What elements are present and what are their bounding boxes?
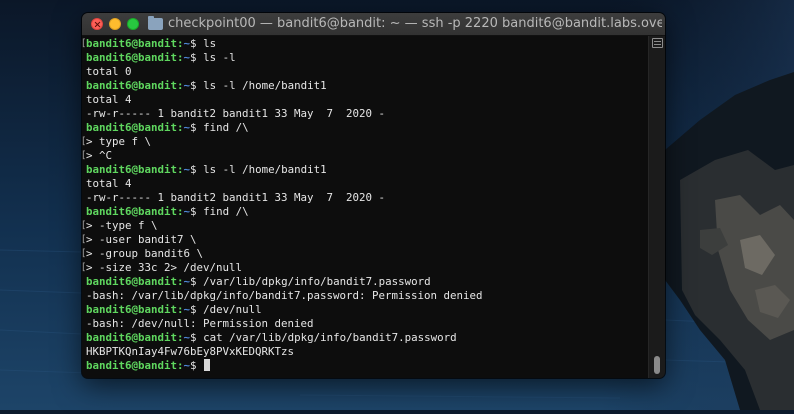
scroll-toggle-icon[interactable] bbox=[652, 38, 663, 48]
prompt-line: bandit6@bandit:~$ ls -l /home/bandit1 bbox=[86, 79, 652, 93]
prompt-user: bandit6@bandit bbox=[86, 37, 178, 50]
output-text: > -user bandit7 \ bbox=[86, 233, 197, 246]
prompt-line: bandit6@bandit:~$ /dev/null bbox=[86, 303, 652, 317]
command-text: /dev/null bbox=[203, 303, 262, 316]
folder-icon bbox=[148, 16, 163, 30]
output-text: -rw-r----- 1 bandit2 bandit1 33 May 7 20… bbox=[86, 191, 386, 204]
scroll-thumb[interactable] bbox=[654, 356, 660, 374]
line-mark-left: [ bbox=[82, 262, 86, 273]
output-line: > -type f \ bbox=[86, 219, 652, 233]
prompt-user: bandit6@bandit bbox=[86, 359, 178, 372]
output-line: > -size 33c 2> /dev/null bbox=[86, 261, 652, 275]
prompt-line: bandit6@bandit:~$ cat /var/lib/dpkg/info… bbox=[86, 331, 652, 345]
output-line: HKBPTKQnIay4Fw76bEy8PVxKEDQRKTzs bbox=[86, 345, 652, 359]
title-bar[interactable]: checkpoint00 — bandit6@bandit: ~ — ssh -… bbox=[82, 13, 665, 36]
output-line: > ^C bbox=[86, 149, 652, 163]
output-text: -bash: /dev/null: Permission denied bbox=[86, 317, 314, 330]
command-text: cat /var/lib/dpkg/info/bandit7.password bbox=[203, 331, 457, 344]
output-line: -rw-r----- 1 bandit2 bandit1 33 May 7 20… bbox=[86, 107, 652, 121]
command-text: ls -l /home/bandit1 bbox=[203, 79, 327, 92]
text-cursor bbox=[204, 359, 211, 371]
line-mark-left: [ bbox=[82, 234, 86, 245]
prompt-line: bandit6@bandit:~$ find /\ bbox=[86, 121, 652, 135]
prompt-line: bandit6@bandit:~$ ls -l bbox=[86, 51, 652, 65]
prompt-line: bandit6@bandit:~$ ls bbox=[86, 37, 652, 51]
prompt-symbol: $ bbox=[190, 121, 197, 134]
output-line: -rw-r----- 1 bandit2 bandit1 33 May 7 20… bbox=[86, 191, 652, 205]
terminal-window[interactable]: checkpoint00 — bandit6@bandit: ~ — ssh -… bbox=[82, 13, 665, 378]
prompt-line: bandit6@bandit:~$ ls -l /home/bandit1 bbox=[86, 163, 652, 177]
output-text: -rw-r----- 1 bandit2 bandit1 33 May 7 20… bbox=[86, 107, 386, 120]
prompt-symbol: $ bbox=[190, 303, 197, 316]
command-text: ls -l bbox=[203, 51, 236, 64]
output-text: > ^C bbox=[86, 149, 113, 162]
output-line: -bash: /var/lib/dpkg/info/bandit7.passwo… bbox=[86, 289, 652, 303]
command-text: find /\ bbox=[203, 121, 249, 134]
prompt-symbol: $ bbox=[190, 275, 197, 288]
output-line: total 4 bbox=[86, 177, 652, 191]
output-line: total 0 bbox=[86, 65, 652, 79]
minimize-icon[interactable] bbox=[109, 18, 121, 30]
command-text: ls -l /home/bandit1 bbox=[203, 163, 327, 176]
prompt-line: bandit6@bandit:~$ find /\ bbox=[86, 205, 652, 219]
prompt-symbol: $ bbox=[190, 359, 197, 372]
close-icon[interactable] bbox=[91, 18, 103, 30]
output-line: > -user bandit7 \ bbox=[86, 233, 652, 247]
prompt-user: bandit6@bandit bbox=[86, 79, 178, 92]
prompt-symbol: $ bbox=[190, 331, 197, 344]
output-text: -bash: /var/lib/dpkg/info/bandit7.passwo… bbox=[86, 289, 483, 302]
output-line: total 4 bbox=[86, 93, 652, 107]
prompt-line: bandit6@bandit:~$ /var/lib/dpkg/info/ban… bbox=[86, 275, 652, 289]
prompt-user: bandit6@bandit bbox=[86, 205, 178, 218]
prompt-user: bandit6@bandit bbox=[86, 303, 178, 316]
prompt-user: bandit6@bandit bbox=[86, 163, 178, 176]
window-title: checkpoint00 — bandit6@bandit: ~ — ssh -… bbox=[168, 16, 662, 31]
output-text: total 0 bbox=[86, 65, 132, 78]
line-mark-left: [ bbox=[82, 248, 86, 259]
output-text: total 4 bbox=[86, 93, 132, 106]
prompt-symbol: $ bbox=[190, 79, 197, 92]
zoom-icon[interactable] bbox=[127, 18, 139, 30]
line-mark-left: [ bbox=[82, 220, 86, 231]
command-text: find /\ bbox=[203, 205, 249, 218]
line-mark-left: [ bbox=[82, 150, 86, 161]
scrollbar[interactable] bbox=[648, 36, 665, 378]
prompt-symbol: $ bbox=[190, 205, 197, 218]
output-line: > -group bandit6 \ bbox=[86, 247, 652, 261]
line-mark-left: [ bbox=[82, 38, 86, 49]
prompt-symbol: $ bbox=[190, 37, 197, 50]
output-text: > -size 33c 2> /dev/null bbox=[86, 261, 243, 274]
output-text: HKBPTKQnIay4Fw76bEy8PVxKEDQRKTzs bbox=[86, 345, 295, 358]
prompt-symbol: $ bbox=[190, 163, 197, 176]
prompt-user: bandit6@bandit bbox=[86, 121, 178, 134]
command-text: ls bbox=[203, 37, 217, 50]
prompt-user: bandit6@bandit bbox=[86, 51, 178, 64]
terminal-output[interactable]: bandit6@bandit:~$ ls[]bandit6@bandit:~$ … bbox=[82, 36, 654, 378]
prompt-symbol: $ bbox=[190, 51, 197, 64]
output-line: > type f \ bbox=[86, 135, 652, 149]
output-line: -bash: /dev/null: Permission denied bbox=[86, 317, 652, 331]
output-text: total 4 bbox=[86, 177, 132, 190]
prompt-line: bandit6@bandit:~$ bbox=[86, 359, 652, 373]
prompt-user: bandit6@bandit bbox=[86, 275, 178, 288]
output-text: > -group bandit6 \ bbox=[86, 247, 204, 260]
output-text: > type f \ bbox=[86, 135, 152, 148]
line-mark-left: [ bbox=[82, 136, 86, 147]
output-text: > -type f \ bbox=[86, 219, 158, 232]
command-text: /var/lib/dpkg/info/bandit7.password bbox=[203, 275, 431, 288]
prompt-user: bandit6@bandit bbox=[86, 331, 178, 344]
